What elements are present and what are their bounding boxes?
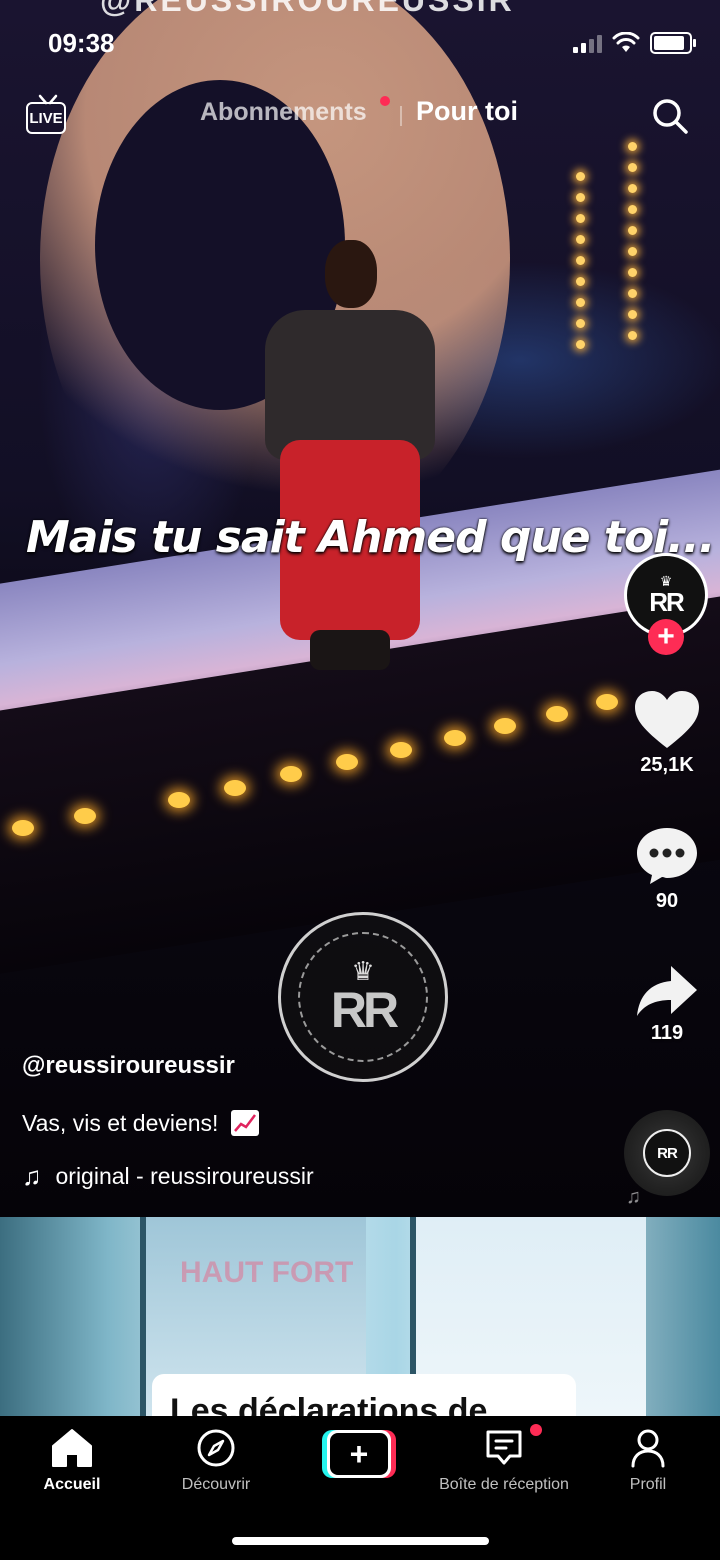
compass-icon [197,1429,235,1467]
floor-light [546,706,568,722]
create-plus-icon: + [349,1436,369,1472]
watermark-letters: RR [330,982,399,1038]
tab-for-you[interactable]: Pour toi [416,96,518,127]
sound-title: original - reussiroureussir [55,1163,314,1189]
video-watermark-handle: @REUSSIROUREUSSIR [100,0,515,18]
crown-icon: ♛ [351,956,375,986]
stage-lights [576,172,586,361]
nav-home[interactable]: Accueil [0,1426,144,1494]
crown-icon: ♛ [659,573,673,589]
floor-light [336,754,358,770]
description-text: Vas, vis et deviens! [22,1110,219,1136]
next-video-sign: HAUT FORT [180,1256,354,1289]
video-player[interactable]: @REUSSIROUREUSSIR Mais tu sait Ahmed que… [0,0,720,1217]
floor-light [596,694,618,710]
create-button[interactable]: + [322,1430,396,1478]
share-arrow-icon [637,966,697,1016]
nav-discover[interactable]: Découvrir [144,1426,288,1494]
floor-light [444,730,466,746]
comment-icon [637,828,697,884]
performer [250,240,440,690]
video-subtitle: Mais tu sait Ahmed que toi... [26,512,715,563]
cellular-signal-icon [573,33,602,53]
music-note-icon: ♫ [22,1161,42,1191]
avatar-letters: RR [649,587,685,617]
comment-count: 90 [655,890,679,912]
next-video-caption: Les déclarations de [152,1374,576,1417]
following-notification-dot [380,96,390,106]
like-count: 25,1K [640,754,694,776]
follow-button[interactable]: + [648,619,684,655]
music-note-icon: ♫ [626,1186,641,1208]
floor-light [224,780,246,796]
nav-inbox[interactable]: Boîte de réception [432,1426,576,1494]
stage-lights [628,142,638,352]
tab-following[interactable]: Abonnements [200,98,367,127]
video-description: Vas, vis et deviens! [22,1110,259,1137]
floor-light [494,718,516,734]
profile-icon [631,1429,665,1468]
nav-home-label: Accueil [43,1476,101,1493]
like-button[interactable]: 25,1K [620,690,714,777]
nav-profile[interactable]: Profil [576,1426,720,1494]
status-time: 09:38 [48,28,115,58]
home-indicator[interactable] [232,1537,489,1545]
nav-discover-label: Découvrir [181,1476,251,1493]
search-icon[interactable] [650,96,690,136]
next-video-preview[interactable]: HAUT FORT Les déclarations de [0,1217,720,1417]
share-button[interactable]: 119 [620,964,714,1045]
share-count: 119 [650,1022,684,1044]
home-icon [52,1429,92,1467]
floor-light [74,808,96,824]
floor-light [168,792,190,808]
nav-inbox-label: Boîte de réception [439,1476,569,1493]
music-disc[interactable]: RR [624,1110,710,1196]
nav-profile-label: Profil [629,1476,667,1493]
floor-light [390,742,412,758]
floor-light [12,820,34,836]
disc-letters: RR [643,1129,691,1177]
inbox-icon [486,1430,522,1465]
chart-increasing-icon [230,1110,259,1136]
heart-icon [635,691,699,748]
creator-username[interactable]: @reussiroureussir [22,1052,235,1080]
battery-icon [650,32,696,54]
rr-watermark-logo: ♛ RR [278,912,448,1082]
tab-divider [400,106,402,126]
floor-light [280,766,302,782]
feed-tabs: Abonnements Pour toi [0,96,720,136]
wifi-icon [612,32,640,52]
status-icons [573,32,696,54]
comment-button[interactable]: 90 [620,826,714,913]
sound-link[interactable]: ♫ original - reussiroureussir [22,1161,314,1192]
